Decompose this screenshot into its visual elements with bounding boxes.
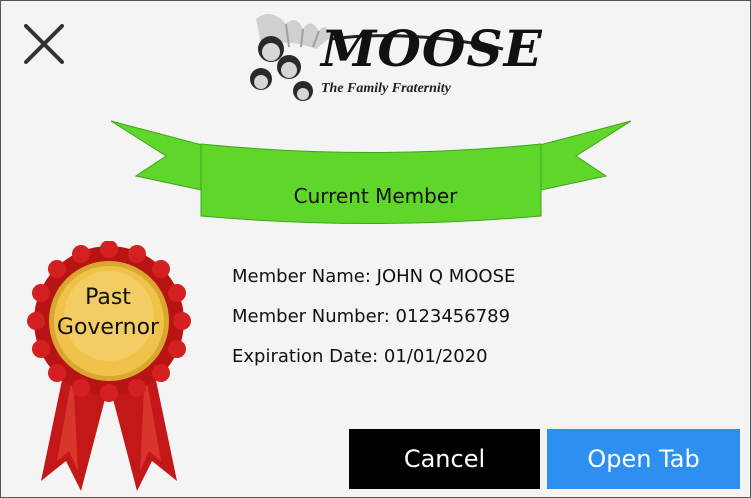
logo-wordmark: MOOSE	[321, 19, 543, 78]
member-number: Member Number: 0123456789	[232, 306, 511, 327]
close-button[interactable]	[19, 19, 69, 69]
member-dialog: MOOSE The Family Fraternity Current Memb…	[0, 0, 751, 498]
expiration-date: Expiration Date: 01/01/2020	[232, 346, 488, 367]
member-info: Member Name: JOHN Q MOOSE Member Number:…	[232, 263, 515, 383]
award-rosette	[27, 241, 191, 491]
award-title: Past Governor	[43, 283, 173, 343]
moose-logo: MOOSE The Family Fraternity	[241, 9, 542, 104]
award-line-2: Governor	[56, 315, 160, 340]
cancel-button[interactable]: Cancel	[349, 429, 540, 489]
award-line-1: Past	[85, 285, 131, 310]
logo-tagline: The Family Fraternity	[321, 81, 451, 96]
status-banner	[111, 120, 631, 224]
membership-status: Current Member	[293, 184, 458, 208]
member-name: Member Name: JOHN Q MOOSE	[232, 266, 516, 287]
close-icon	[24, 24, 64, 64]
open-tab-button[interactable]: Open Tab	[547, 429, 740, 489]
